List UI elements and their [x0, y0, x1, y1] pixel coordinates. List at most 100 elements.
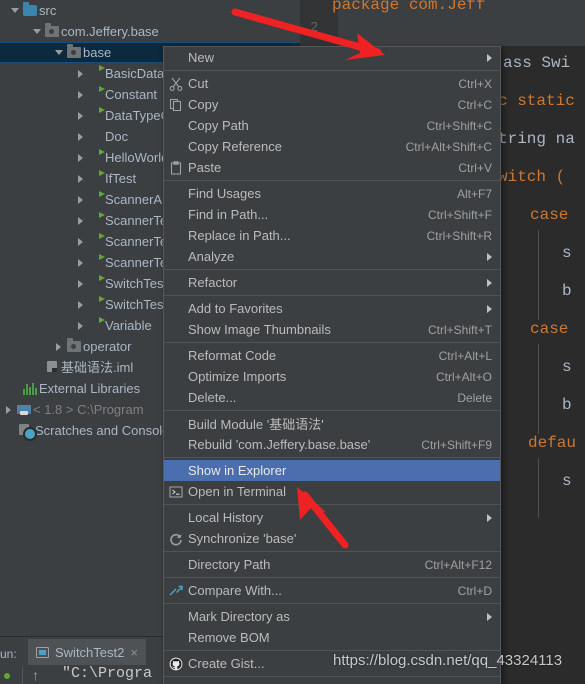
tree-item-label: External Libraries — [39, 381, 141, 396]
menu-item-shortcut: Ctrl+X — [458, 76, 492, 91]
menu-item-rebuild-com-jeffery-base-base[interactable]: Rebuild 'com.Jeffery.base.base' Ctrl+Shif… — [164, 434, 500, 455]
twisty-down-icon[interactable] — [52, 42, 65, 63]
divider — [22, 667, 23, 684]
menu-item-remove-bom[interactable]: Remove BOM — [164, 627, 500, 648]
menu-item-refactor[interactable]: Refactor — [164, 272, 500, 293]
menu-item-add-to-favorites[interactable]: Add to Favorites — [164, 298, 500, 319]
menu-item-cut[interactable]: Cut Ctrl+X — [164, 73, 500, 94]
menu-separator — [164, 577, 500, 578]
menu-item-open-in-terminal[interactable]: Open in Terminal — [164, 481, 500, 502]
twisty-right-icon[interactable] — [74, 168, 87, 189]
run-tab-switchtest2[interactable]: SwitchTest2 × — [28, 639, 146, 665]
twisty-right-icon[interactable] — [74, 63, 87, 84]
menu-separator — [164, 603, 500, 604]
menu-item-delete[interactable]: Delete... Delete — [164, 387, 500, 408]
class-runnable-icon — [87, 316, 105, 333]
menu-item-copy-path[interactable]: Copy Path Ctrl+Shift+C — [164, 115, 500, 136]
twisty-down-icon[interactable] — [8, 0, 21, 21]
menu-item-paste[interactable]: Paste Ctrl+V — [164, 157, 500, 178]
menu-separator — [164, 269, 500, 270]
menu-separator — [164, 457, 500, 458]
tree-row[interactable]: com.Jeffery.base — [0, 21, 300, 42]
menu-item-optimize-imports[interactable]: Optimize Imports Ctrl+Alt+O — [164, 366, 500, 387]
menu-item-analyze[interactable]: Analyze — [164, 246, 500, 267]
twisty-right-icon[interactable] — [74, 105, 87, 126]
tree-item-label: Doc — [105, 129, 129, 144]
menu-item-shortcut: Ctrl+Shift+R — [426, 228, 492, 243]
menu-item-new[interactable]: New — [164, 47, 500, 68]
menu-separator — [164, 504, 500, 505]
scroll-up-icon[interactable]: ↑ — [32, 667, 39, 683]
menu-item-convert-java-file-to-kotlin-file[interactable]: Convert Java File to Kotlin FileCtrl+Alt… — [164, 679, 500, 684]
tree-item-label: 基础语法.iml — [61, 360, 134, 375]
iml-file-icon — [43, 361, 61, 374]
scratches-icon — [17, 424, 37, 441]
class-runnable-icon — [87, 232, 105, 249]
github-icon — [164, 657, 188, 671]
menu-item-copy-reference[interactable]: Copy Reference Ctrl+Alt+Shift+C — [164, 136, 500, 157]
twisty-right-icon[interactable] — [2, 399, 15, 420]
menu-item-shortcut: Ctrl+Shift+F9 — [421, 437, 492, 452]
class-runnable-icon — [87, 106, 105, 123]
menu-item-find-usages[interactable]: Find Usages Alt+F7 — [164, 183, 500, 204]
code-text: s — [562, 358, 572, 376]
menu-item-shortcut: Ctrl+C — [457, 97, 492, 112]
code-text: defau — [528, 434, 577, 452]
submenu-arrow-icon — [487, 278, 492, 287]
indent-guide — [538, 344, 539, 434]
menu-item-show-in-explorer[interactable]: Show in Explorer — [164, 460, 500, 481]
menu-item-find-in-path[interactable]: Find in Path... Ctrl+Shift+F — [164, 204, 500, 225]
tree-row[interactable]: src — [0, 0, 300, 21]
class-runnable-icon — [87, 85, 105, 102]
twisty-right-icon[interactable] — [74, 252, 87, 273]
paste-icon — [164, 160, 188, 175]
menu-item-shortcut: Ctrl+Shift+C — [426, 118, 492, 133]
line-number: 2 — [310, 20, 319, 36]
indent-guide — [538, 458, 539, 518]
menu-item-label: Show in Explorer — [188, 463, 287, 478]
menu-item-label: Find Usages — [188, 186, 261, 201]
twisty-none — [8, 378, 21, 399]
menu-item-synchronize-base[interactable]: Synchronize 'base' — [164, 528, 500, 549]
menu-item-copy[interactable]: Copy Ctrl+C — [164, 94, 500, 115]
menu-item-label: Replace in Path... — [188, 228, 291, 243]
menu-item-directory-path[interactable]: Directory Path Ctrl+Alt+F12 — [164, 554, 500, 575]
menu-item-label: Open in Terminal — [188, 484, 287, 499]
close-icon[interactable]: × — [130, 645, 138, 660]
code-text: b — [562, 396, 572, 414]
compare-icon — [164, 584, 188, 598]
twisty-right-icon[interactable] — [74, 294, 87, 315]
menu-item-reformat-code[interactable]: Reformat Code Ctrl+Alt+L — [164, 345, 500, 366]
twisty-right-icon[interactable] — [74, 147, 87, 168]
menu-item-build-module[interactable]: Build Module '基础语法' — [164, 413, 500, 434]
menu-item-compare-with[interactable]: Compare With... Ctrl+D — [164, 580, 500, 601]
class-runnable-icon — [87, 190, 105, 207]
class-runnable-icon — [87, 169, 105, 186]
menu-item-replace-in-path[interactable]: Replace in Path... Ctrl+Shift+R — [164, 225, 500, 246]
twisty-right-icon[interactable] — [74, 210, 87, 231]
class-runnable-icon — [87, 253, 105, 270]
menu-item-mark-directory-as[interactable]: Mark Directory as — [164, 606, 500, 627]
twisty-right-icon[interactable] — [74, 273, 87, 294]
menu-item-label: Optimize Imports — [188, 369, 287, 384]
class-runnable-icon — [87, 274, 105, 291]
twisty-right-icon[interactable] — [74, 189, 87, 210]
code-text: witch ( — [498, 168, 566, 186]
menu-item-shortcut: Ctrl+V — [458, 160, 492, 175]
tree-item-label: base — [83, 45, 112, 60]
menu-item-local-history[interactable]: Local History — [164, 507, 500, 528]
twisty-right-icon[interactable] — [52, 336, 65, 357]
menu-item-show-image-thumbnails[interactable]: Show Image Thumbnails Ctrl+Shift+T — [164, 319, 500, 340]
twisty-right-icon[interactable] — [74, 84, 87, 105]
ide-window: 1 2 package com.Jeff ass Swi c static tr… — [0, 0, 585, 684]
menu-item-label: Rebuild 'com.Jeffery.base.base' — [188, 437, 371, 452]
menu-item-label: Cut — [188, 76, 209, 91]
twisty-right-icon[interactable] — [74, 231, 87, 252]
context-menu[interactable]: New Cut Ctrl+X Copy Ctrl+C Copy Path Ctrl+Shif… — [163, 46, 501, 684]
twisty-right-icon[interactable] — [74, 126, 87, 147]
twisty-down-icon[interactable] — [30, 21, 43, 42]
package-icon — [65, 338, 83, 352]
menu-item-label: Local History — [188, 510, 264, 525]
sync-icon — [164, 532, 188, 546]
twisty-right-icon[interactable] — [74, 315, 87, 336]
